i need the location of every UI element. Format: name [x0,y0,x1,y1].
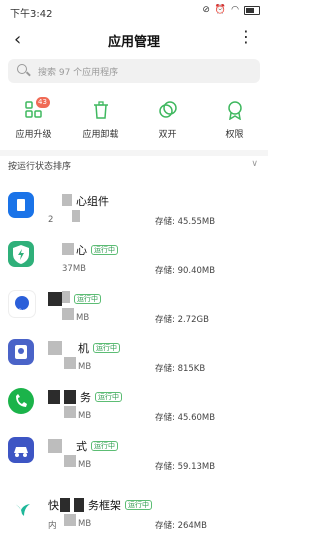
app-bar: ‹ 应用管理 ⋮ [0,26,268,54]
app-storage: 存储: 2.72GB [155,315,209,325]
app-name: 务运行中 [80,389,122,405]
app-size: 37MB [62,264,86,274]
app-size: MB [78,362,92,372]
app-name: 机运行中 [78,340,120,356]
app-icon [8,437,34,463]
app-name: 运行中 [62,291,101,306]
redaction [64,455,76,467]
app-row[interactable]: 心组件 2 存储: 45.55MB [0,184,268,236]
mute-icon: ⊘ [202,5,210,15]
app-icon [8,241,34,267]
redaction [48,390,60,404]
app-storage: 存储: 90.40MB [155,266,216,276]
action-app-uninstall[interactable]: 应用卸载 [67,96,134,146]
svg-text:du: du [17,308,25,315]
redaction [62,243,74,255]
app-update-icon: 43 [24,97,50,120]
app-name: 快 [48,499,59,512]
app-storage: 存储: 59.13MB [155,462,216,472]
running-badge: 运行中 [91,441,118,451]
dual-apps-icon [158,100,178,120]
app-size: 内 [48,521,57,531]
app-row[interactable]: 心运行中 37MB 存储: 90.40MB [0,233,268,285]
app-name-suffix: 务框架 运行中 [88,497,152,513]
redaction [72,210,80,222]
action-permissions[interactable]: 权限 [201,96,268,146]
app-storage: 存储: 45.55MB [155,217,216,227]
app-row[interactable]: 务运行中 MB 存储: 45.60MB [0,380,268,432]
app-icon [8,339,34,365]
app-icon [8,192,34,218]
running-badge: 运行中 [95,392,122,402]
app-row[interactable]: 快 务框架 运行中 内 MB 存储: 264MB [0,488,268,540]
app-row[interactable]: 式运行中 MB 存储: 59.13MB [0,429,268,481]
battery-icon [244,5,260,15]
redaction [64,406,76,418]
chevron-down-icon: ∨ [251,159,258,169]
action-label: 应用卸载 [82,130,119,140]
app-size: 2 [48,215,54,225]
redaction [62,308,74,320]
running-badge: 运行中 [125,500,152,510]
sort-dropdown[interactable]: 按运行状态排序 ∨ [0,156,268,180]
quick-actions: 43 应用升级 应用卸载 双开 权限 [0,96,268,146]
app-icon: du [8,290,36,318]
app-row[interactable]: du 运行中 MB 存储: 2.72GB [0,282,268,334]
app-name: 心组件 [76,195,109,208]
running-badge: 运行中 [91,245,118,255]
status-time: 下午3:42 [10,9,53,20]
wifi-icon: ◠ [231,5,239,15]
status-bar: 下午3:42 ⊘ ⏰ ◠ [0,0,268,22]
app-row[interactable]: 机运行中 MB 存储: 815KB [0,331,268,383]
redaction [60,498,70,512]
app-name: 式运行中 [76,438,118,454]
more-menu-button[interactable]: ⋮ [238,29,254,45]
running-badge: 运行中 [93,343,120,353]
sort-label: 按运行状态排序 [8,162,72,172]
app-size: MB [76,313,90,323]
search-input[interactable]: 搜索 97 个应用程序 [8,59,260,83]
app-icon [8,496,34,522]
action-app-update[interactable]: 43 应用升级 [0,96,67,146]
redaction [74,498,84,512]
trash-icon [91,100,111,120]
app-size-suffix: MB [78,519,92,529]
redaction [62,194,72,206]
redaction [48,439,62,453]
app-icon [8,388,34,414]
action-label: 应用升级 [15,130,52,140]
action-dual-apps[interactable]: 双开 [134,96,201,146]
action-label: 双开 [158,130,177,140]
app-storage: 存储: 45.60MB [155,413,216,423]
page-title: 应用管理 [107,35,160,50]
alarm-icon: ⏰ [214,5,227,15]
search-icon [17,64,27,74]
app-size: MB [78,411,92,421]
redaction [64,390,76,404]
running-badge: 运行中 [74,294,101,304]
redaction [48,341,62,355]
redaction [64,357,76,369]
action-label: 权限 [225,130,244,140]
permission-icon [225,100,245,121]
app-size: MB [78,460,92,470]
app-storage: 存储: 815KB [155,364,206,374]
update-count-badge: 43 [35,97,50,108]
redaction [48,292,62,306]
search-placeholder: 搜索 97 个应用程序 [38,68,119,78]
app-storage: 存储: 264MB [155,521,207,531]
app-name: 心运行中 [76,242,118,258]
redaction [64,514,76,526]
